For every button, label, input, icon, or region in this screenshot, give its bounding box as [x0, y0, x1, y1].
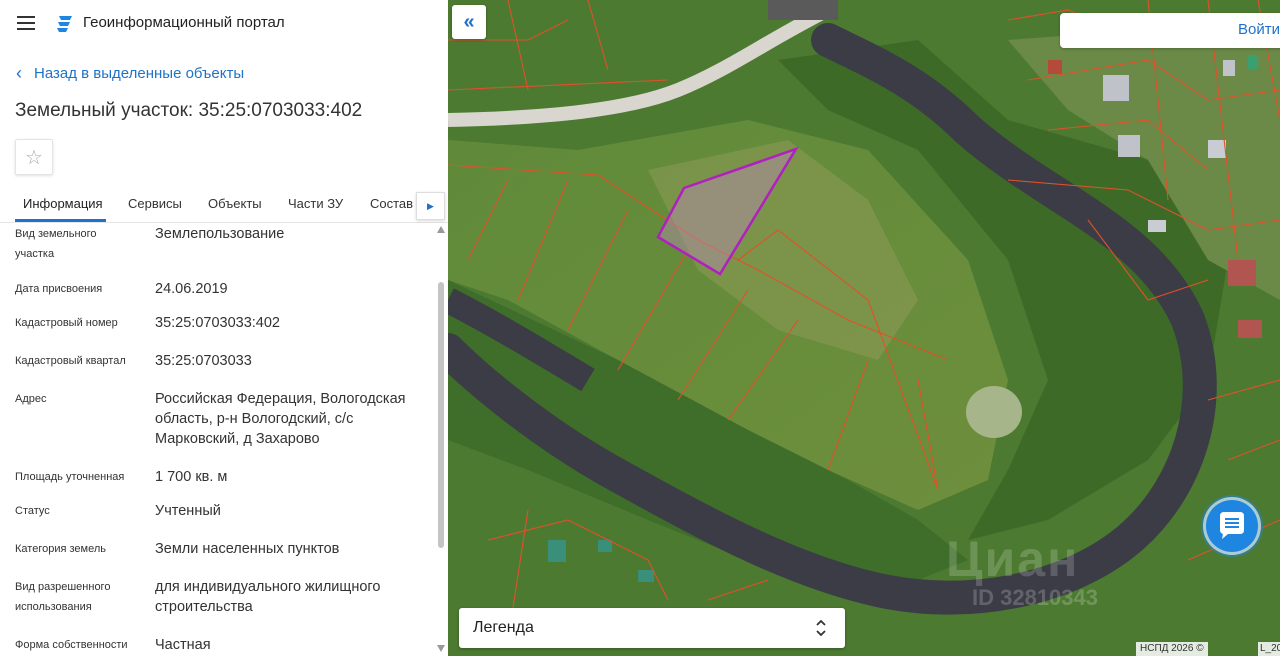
collapse-panel-button[interactable]: « — [452, 5, 486, 39]
login-button[interactable]: Войти — [1060, 13, 1280, 48]
legend-dropdown[interactable]: Легенда — [459, 608, 845, 648]
info-value: Земли населенных пунктов — [155, 541, 340, 557]
double-chevron-left-icon: « — [463, 10, 475, 33]
info-label: Площадь уточненная — [15, 471, 125, 483]
satellite-map-image[interactable] — [448, 0, 1280, 656]
info-label: Дата присвоения — [15, 283, 103, 295]
info-label: Кадастровый номер — [15, 317, 118, 329]
info-value: Землепользование — [155, 226, 285, 242]
hamburger-icon[interactable] — [17, 16, 35, 30]
back-to-selected-link[interactable]: ‹ Назад в выделенные объекты — [16, 64, 244, 82]
legend-label: Легенда — [473, 619, 534, 636]
info-label: Адрес — [15, 393, 47, 405]
tab-objects[interactable]: Объекты — [208, 196, 262, 211]
back-link-label: Назад в выделенные объекты — [34, 64, 245, 82]
tabs-next-button[interactable]: ▶ — [416, 192, 445, 220]
object-title: Земельный участок: 35:25:0703033:402 — [15, 100, 363, 121]
info-label: Вид разрешенного использования — [15, 581, 111, 613]
info-panel: Геоинформационный портал ‹ Назад в выдел… — [0, 0, 448, 656]
chevron-up-down-icon — [816, 619, 826, 637]
chat-icon — [1220, 512, 1244, 539]
triangle-right-icon: ▶ — [427, 200, 434, 211]
favorite-button[interactable]: ☆ — [15, 139, 53, 175]
watermark-id: ID 32810343 — [972, 585, 1098, 610]
star-icon: ☆ — [25, 146, 43, 169]
info-list: Вид земельного участка Землепользование … — [0, 222, 436, 656]
tab-information[interactable]: Информация — [23, 196, 103, 211]
app-header: Геоинформационный портал — [0, 0, 448, 48]
info-label: Кадастровый квартал — [15, 355, 126, 367]
map-attribution-extra: L_20 — [1258, 642, 1280, 656]
map-attribution: НСПД 2026 © — [1136, 642, 1208, 656]
app-title: Геоинформационный портал — [83, 14, 285, 31]
info-label: Категория земель — [15, 543, 106, 555]
info-value: Учтенный — [155, 503, 221, 519]
info-value: для индивидуального жилищного строительс… — [155, 579, 381, 615]
watermark-text: Циан — [946, 531, 1080, 587]
tab-services[interactable]: Сервисы — [128, 196, 182, 211]
info-value: 24.06.2019 — [155, 281, 228, 297]
tab-bar: Информация Сервисы Объекты Части ЗУ Сост… — [0, 186, 448, 223]
info-value: 35:25:0703033 — [155, 353, 252, 369]
scroll-up-arrow-icon[interactable] — [437, 226, 445, 233]
portal-logo-icon[interactable] — [54, 13, 76, 35]
login-label: Войти — [1238, 21, 1280, 38]
info-value: Частная — [155, 637, 211, 653]
info-scrollbar[interactable] — [436, 222, 448, 656]
info-label: Форма собственности — [15, 639, 128, 651]
info-value: 1 700 кв. м — [155, 469, 228, 485]
map-view[interactable]: Циан ID 32810343 « Войти Легенда НСПД 20… — [448, 0, 1280, 656]
info-value: Российская Федерация, Вологодская област… — [155, 391, 406, 447]
info-label: Вид земельного участка — [15, 228, 97, 260]
scroll-down-arrow-icon[interactable] — [437, 645, 445, 652]
tab-composition[interactable]: Состав — [370, 196, 413, 211]
chat-button[interactable] — [1206, 500, 1258, 552]
scroll-thumb[interactable] — [438, 282, 444, 548]
chevron-left-icon: ‹ — [16, 63, 22, 83]
tab-parcel-parts[interactable]: Части ЗУ — [288, 196, 343, 211]
info-value: 35:25:0703033:402 — [155, 315, 280, 331]
info-label: Статус — [15, 505, 50, 517]
